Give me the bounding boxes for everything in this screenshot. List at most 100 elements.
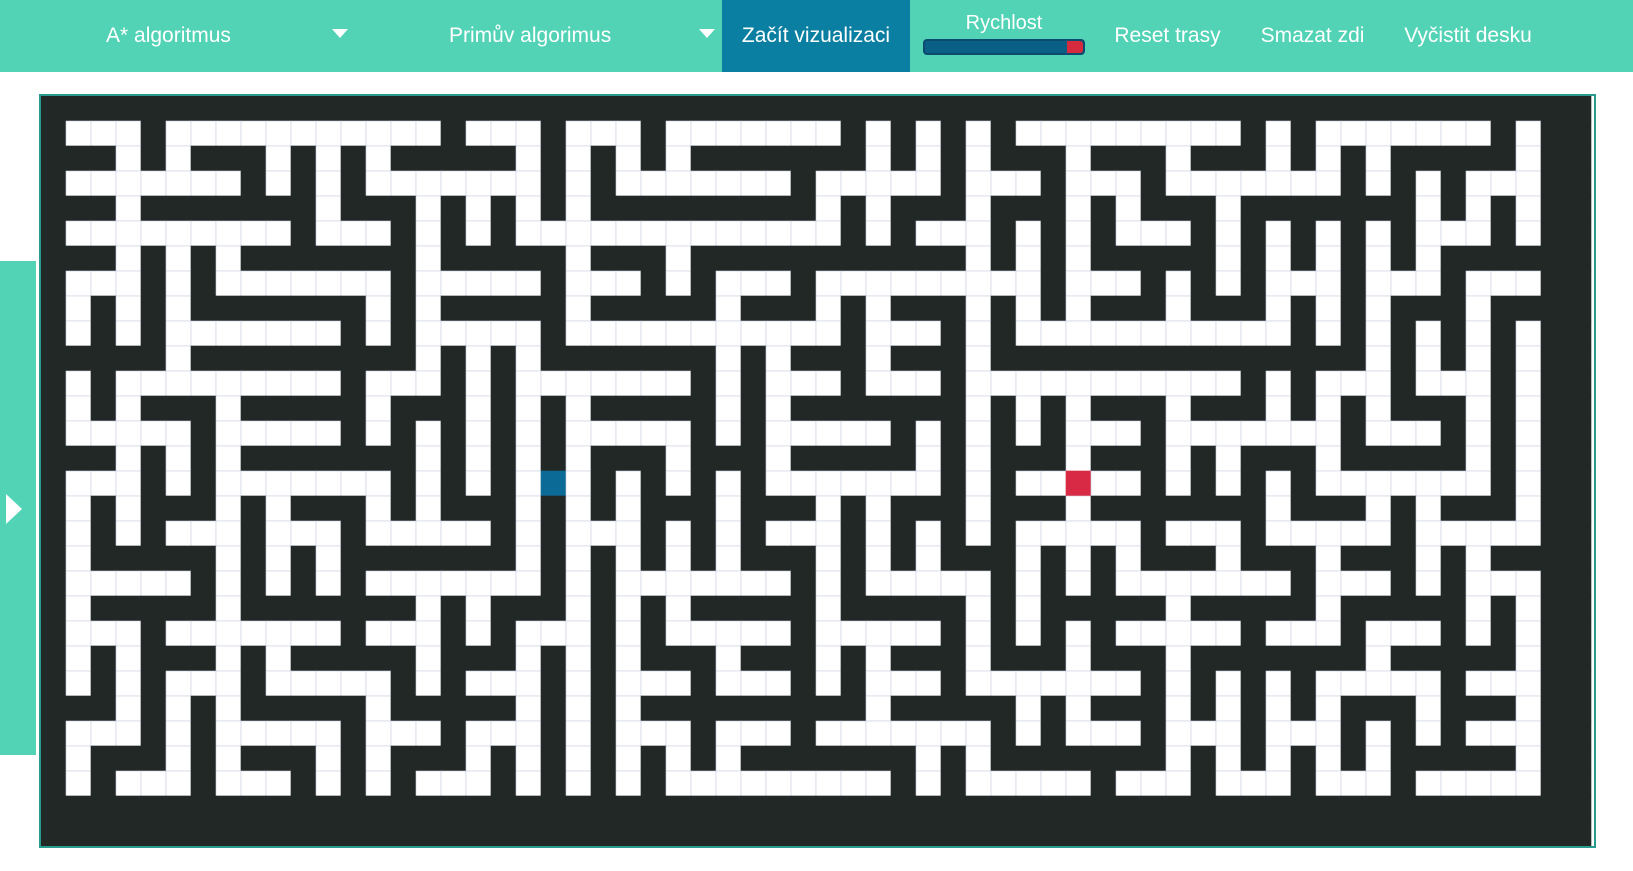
wall-cell[interactable] <box>290 195 317 222</box>
grid-cell[interactable] <box>515 720 542 747</box>
wall-cell[interactable] <box>490 745 517 772</box>
grid-cell[interactable] <box>315 420 342 447</box>
wall-cell[interactable] <box>1140 745 1167 772</box>
grid-cell[interactable] <box>1215 220 1242 247</box>
wall-cell[interactable] <box>940 120 967 147</box>
wall-cell[interactable] <box>1565 96 1592 122</box>
grid-cell[interactable] <box>640 420 667 447</box>
wall-cell[interactable] <box>790 795 817 822</box>
wall-cell[interactable] <box>415 745 442 772</box>
wall-cell[interactable] <box>590 345 617 372</box>
wall-cell[interactable] <box>315 395 342 422</box>
grid-cell[interactable] <box>240 470 267 497</box>
grid-cell[interactable] <box>815 545 842 572</box>
wall-cell[interactable] <box>1440 745 1467 772</box>
grid-cell[interactable] <box>1365 495 1392 522</box>
wall-cell[interactable] <box>390 670 417 697</box>
wall-cell[interactable] <box>340 570 367 597</box>
grid-cell[interactable] <box>565 670 592 697</box>
grid-cell[interactable] <box>565 645 592 672</box>
grid-cell[interactable] <box>790 320 817 347</box>
wall-cell[interactable] <box>665 695 692 722</box>
wall-cell[interactable] <box>765 820 792 846</box>
wall-cell[interactable] <box>340 295 367 322</box>
grid-cell[interactable] <box>415 520 442 547</box>
wall-cell[interactable] <box>1240 220 1267 247</box>
wall-cell[interactable] <box>290 820 317 846</box>
wall-cell[interactable] <box>640 295 667 322</box>
wall-cell[interactable] <box>1340 695 1367 722</box>
grid-cell[interactable] <box>915 120 942 147</box>
grid-cell[interactable] <box>1090 170 1117 197</box>
wall-cell[interactable] <box>590 620 617 647</box>
grid-cell[interactable] <box>1065 220 1092 247</box>
grid-cell[interactable] <box>765 420 792 447</box>
wall-cell[interactable] <box>1490 495 1517 522</box>
wall-cell[interactable] <box>840 695 867 722</box>
grid-cell[interactable] <box>90 420 117 447</box>
grid-cell[interactable] <box>565 170 592 197</box>
grid-cell[interactable] <box>315 620 342 647</box>
wall-cell[interactable] <box>1390 220 1417 247</box>
wall-cell[interactable] <box>715 195 742 222</box>
grid-cell[interactable] <box>815 420 842 447</box>
wall-cell[interactable] <box>690 645 717 672</box>
grid-cell[interactable] <box>465 320 492 347</box>
grid-cell[interactable] <box>1365 420 1392 447</box>
grid-cell[interactable] <box>565 495 592 522</box>
wall-cell[interactable] <box>1415 96 1442 122</box>
wall-cell[interactable] <box>415 395 442 422</box>
grid-cell[interactable] <box>615 620 642 647</box>
wall-cell[interactable] <box>90 745 117 772</box>
wall-cell[interactable] <box>1340 720 1367 747</box>
wall-cell[interactable] <box>1390 520 1417 547</box>
grid-cell[interactable] <box>240 420 267 447</box>
grid-cell[interactable] <box>1515 220 1542 247</box>
wall-cell[interactable] <box>1115 820 1142 846</box>
wall-cell[interactable] <box>390 545 417 572</box>
grid-cell[interactable] <box>415 195 442 222</box>
wall-cell[interactable] <box>1565 345 1592 372</box>
grid-cell[interactable] <box>565 445 592 472</box>
wall-cell[interactable] <box>890 695 917 722</box>
grid-cell[interactable] <box>1165 370 1192 397</box>
grid-cell[interactable] <box>840 620 867 647</box>
grid-cell[interactable] <box>1040 320 1067 347</box>
wall-cell[interactable] <box>1415 445 1442 472</box>
wall-cell[interactable] <box>565 345 592 372</box>
grid-cell[interactable] <box>890 470 917 497</box>
grid-cell[interactable] <box>1390 270 1417 297</box>
grid-cell[interactable] <box>815 270 842 297</box>
wall-cell[interactable] <box>1290 245 1317 272</box>
grid-cell[interactable] <box>115 170 142 197</box>
grid-cell[interactable] <box>240 120 267 147</box>
grid-cell[interactable] <box>1190 620 1217 647</box>
wall-cell[interactable] <box>41 820 67 846</box>
grid-cell[interactable] <box>315 545 342 572</box>
grid-cell[interactable] <box>965 745 992 772</box>
wall-cell[interactable] <box>1115 645 1142 672</box>
grid-cell[interactable] <box>290 420 317 447</box>
wall-cell[interactable] <box>265 695 292 722</box>
grid-cell[interactable] <box>615 470 642 497</box>
wall-cell[interactable] <box>815 820 842 846</box>
grid-cell[interactable] <box>190 670 217 697</box>
wall-cell[interactable] <box>740 820 767 846</box>
grid-cell[interactable] <box>1015 570 1042 597</box>
grid-cell[interactable] <box>215 770 242 797</box>
wall-cell[interactable] <box>41 220 67 247</box>
grid-cell[interactable] <box>315 720 342 747</box>
grid-cell[interactable] <box>240 220 267 247</box>
wall-cell[interactable] <box>1565 645 1592 672</box>
wall-cell[interactable] <box>840 545 867 572</box>
wall-cell[interactable] <box>790 720 817 747</box>
wall-cell[interactable] <box>240 445 267 472</box>
grid-cell[interactable] <box>665 670 692 697</box>
grid-cell[interactable] <box>1165 470 1192 497</box>
wall-cell[interactable] <box>940 770 967 797</box>
grid-cell[interactable] <box>1215 370 1242 397</box>
wall-cell[interactable] <box>240 545 267 572</box>
wall-cell[interactable] <box>140 495 167 522</box>
grid-cell[interactable] <box>315 170 342 197</box>
grid-cell[interactable] <box>665 245 692 272</box>
